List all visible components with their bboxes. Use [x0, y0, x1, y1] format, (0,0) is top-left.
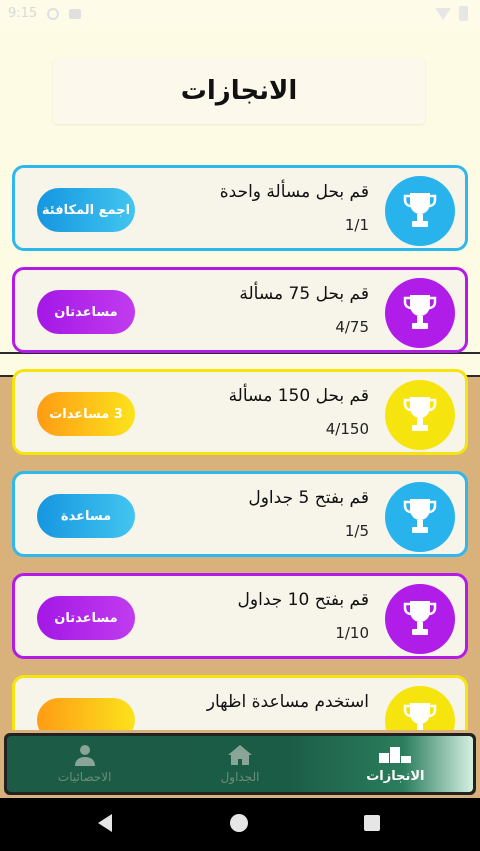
- achievement-card: قم بحل مسألة واحدة 1/1 اجمع المكافئة: [12, 165, 468, 251]
- home-icon: [228, 745, 252, 765]
- achievement-title: قم بفتح 5 جداول: [248, 488, 369, 508]
- system-navigation-bar: [0, 798, 480, 851]
- page-title-box: الانجازات: [53, 58, 425, 124]
- trophy-icon: [385, 482, 455, 552]
- nav-label: الاحصائيات: [57, 770, 112, 784]
- achievement-title: قم بحل مسألة واحدة: [219, 182, 369, 202]
- nav-item-tables[interactable]: الجداول: [162, 736, 317, 792]
- home-circle-icon[interactable]: [230, 814, 248, 832]
- reward-button[interactable]: 3 مساعدات: [37, 392, 135, 436]
- trophy-icon: [385, 278, 455, 348]
- trophy-icon: [385, 584, 455, 654]
- nav-item-achievements[interactable]: الانجازات: [318, 736, 473, 792]
- collect-reward-button[interactable]: اجمع المكافئة: [37, 188, 135, 232]
- notification-icon: [47, 7, 60, 20]
- achievement-progress: 4/150: [325, 420, 369, 438]
- nav-label: الانجازات: [366, 768, 425, 784]
- achievement-card: قم بفتح 10 جداول 1/10 مساعدتان: [12, 573, 468, 659]
- battery-icon: [459, 6, 468, 21]
- achievement-progress: 4/75: [335, 318, 369, 336]
- nav-label: الجداول: [220, 770, 260, 784]
- achievement-title: قم بحل 75 مسألة: [239, 284, 369, 304]
- person-icon: [74, 745, 95, 766]
- bottom-navigation: الانجازات الجداول الاحصائيات: [0, 730, 480, 798]
- status-bar: 9:15: [0, 0, 480, 30]
- achievement-card: قم بفتح 5 جداول 1/5 مساعدة: [12, 471, 468, 557]
- reward-button[interactable]: مساعدة: [37, 494, 135, 538]
- sd-card-icon: [69, 8, 82, 19]
- trophy-podium-icon: [379, 746, 412, 763]
- trophy-icon: [385, 176, 455, 246]
- achievement-title: استخدم مساعدة اظهار: [206, 692, 369, 712]
- reward-button[interactable]: مساعدتان: [37, 596, 135, 640]
- achievement-card: قم بحل 75 مسألة 4/75 مساعدتان: [12, 267, 468, 353]
- recent-apps-icon[interactable]: [364, 815, 380, 831]
- back-icon[interactable]: [98, 814, 112, 832]
- status-time: 9:15: [8, 6, 38, 21]
- reward-button[interactable]: مساعدتان: [37, 290, 135, 334]
- achievement-progress: 1/10: [335, 624, 369, 642]
- nav-item-statistics[interactable]: الاحصائيات: [7, 736, 162, 792]
- achievement-card: قم بحل 150 مسألة 4/150 3 مساعدات: [12, 369, 468, 455]
- trophy-icon: [385, 380, 455, 450]
- achievement-title: قم بفتح 10 جداول: [237, 590, 369, 610]
- page-title: الانجازات: [180, 76, 298, 106]
- achievement-progress: 1/5: [344, 522, 369, 540]
- achievement-title: قم بحل 150 مسألة: [228, 386, 369, 406]
- achievement-progress: 1/1: [344, 216, 369, 234]
- wifi-icon: [435, 7, 451, 20]
